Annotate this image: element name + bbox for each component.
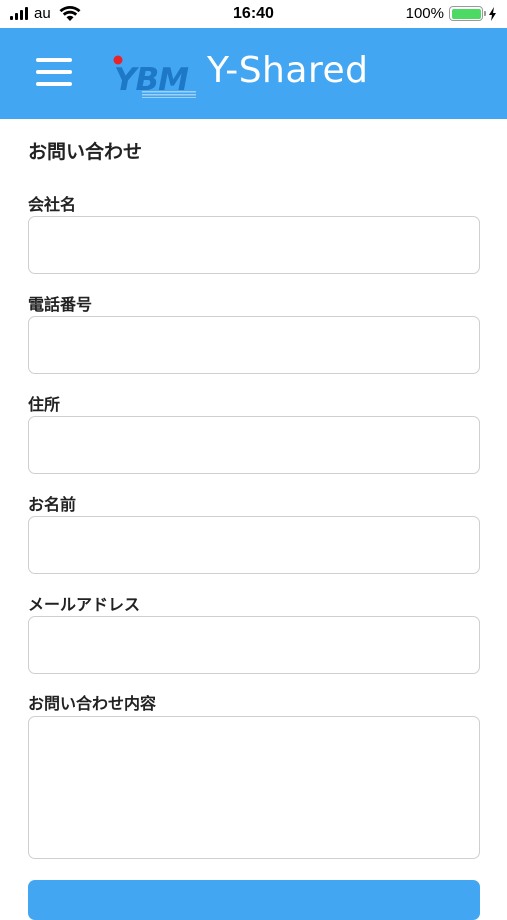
hamburger-menu-button[interactable] bbox=[36, 58, 74, 88]
address-label: 住所 bbox=[28, 395, 61, 414]
charging-bolt-icon bbox=[489, 6, 496, 21]
status-bar: au 16:40 100% bbox=[0, 0, 507, 28]
status-right: 100% bbox=[406, 5, 497, 22]
company-name-label: 会社名 bbox=[28, 195, 77, 214]
app-title: Y-Shared bbox=[207, 50, 369, 91]
email-input[interactable] bbox=[28, 616, 480, 674]
battery-percent: 100% bbox=[405, 5, 444, 22]
phone-number-input[interactable] bbox=[28, 316, 480, 374]
address-input[interactable] bbox=[28, 416, 480, 474]
app-header: YBM Y-Shared bbox=[0, 28, 507, 119]
submit-button[interactable] bbox=[28, 880, 480, 920]
inquiry-content-textarea[interactable] bbox=[28, 716, 480, 859]
name-label: お名前 bbox=[28, 495, 77, 514]
inquiry-content-label: お問い合わせ内容 bbox=[28, 694, 157, 713]
ybm-logo: YBM bbox=[113, 55, 196, 98]
company-name-input[interactable] bbox=[28, 216, 480, 274]
email-label: メールアドレス bbox=[28, 595, 141, 614]
page-title: お問い合わせ bbox=[28, 141, 143, 163]
logo-text: YBM bbox=[114, 62, 189, 98]
battery-icon bbox=[449, 6, 486, 21]
phone-number-label: 電話番号 bbox=[28, 295, 93, 314]
name-input[interactable] bbox=[28, 516, 480, 574]
